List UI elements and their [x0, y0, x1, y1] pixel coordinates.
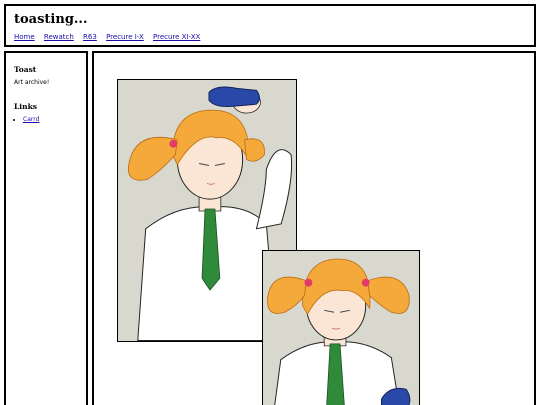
nav-link-home[interactable]: Home	[14, 33, 35, 41]
artwork-image-2[interactable]	[262, 250, 420, 405]
sidebar-heading: Toast	[14, 65, 37, 74]
nav-link-precure-xi-xx[interactable]: Precure XI-XX	[153, 33, 200, 41]
site-title: toasting...	[14, 12, 88, 27]
nav-link-rewatch[interactable]: Rewatch	[44, 33, 74, 41]
nav-link-precure-i-x[interactable]: Precure I-X	[106, 33, 144, 41]
site-header: toasting... Home Rewatch R63 Precure I-X…	[4, 4, 536, 47]
links-heading: Links	[14, 102, 37, 111]
links-list: Carrd	[23, 116, 78, 123]
sidebar-description: Art archive!	[14, 79, 50, 86]
carrd-link[interactable]: Carrd	[23, 116, 39, 123]
list-item: Carrd	[23, 116, 78, 123]
top-nav: Home Rewatch R63 Precure I-X Precure XI-…	[14, 33, 207, 41]
nav-link-r63[interactable]: R63	[83, 33, 97, 41]
artwork-character-portrait-icon	[263, 251, 419, 405]
sidebar: Toast Art archive! Links Carrd	[4, 51, 88, 405]
gallery-panel	[92, 51, 536, 405]
